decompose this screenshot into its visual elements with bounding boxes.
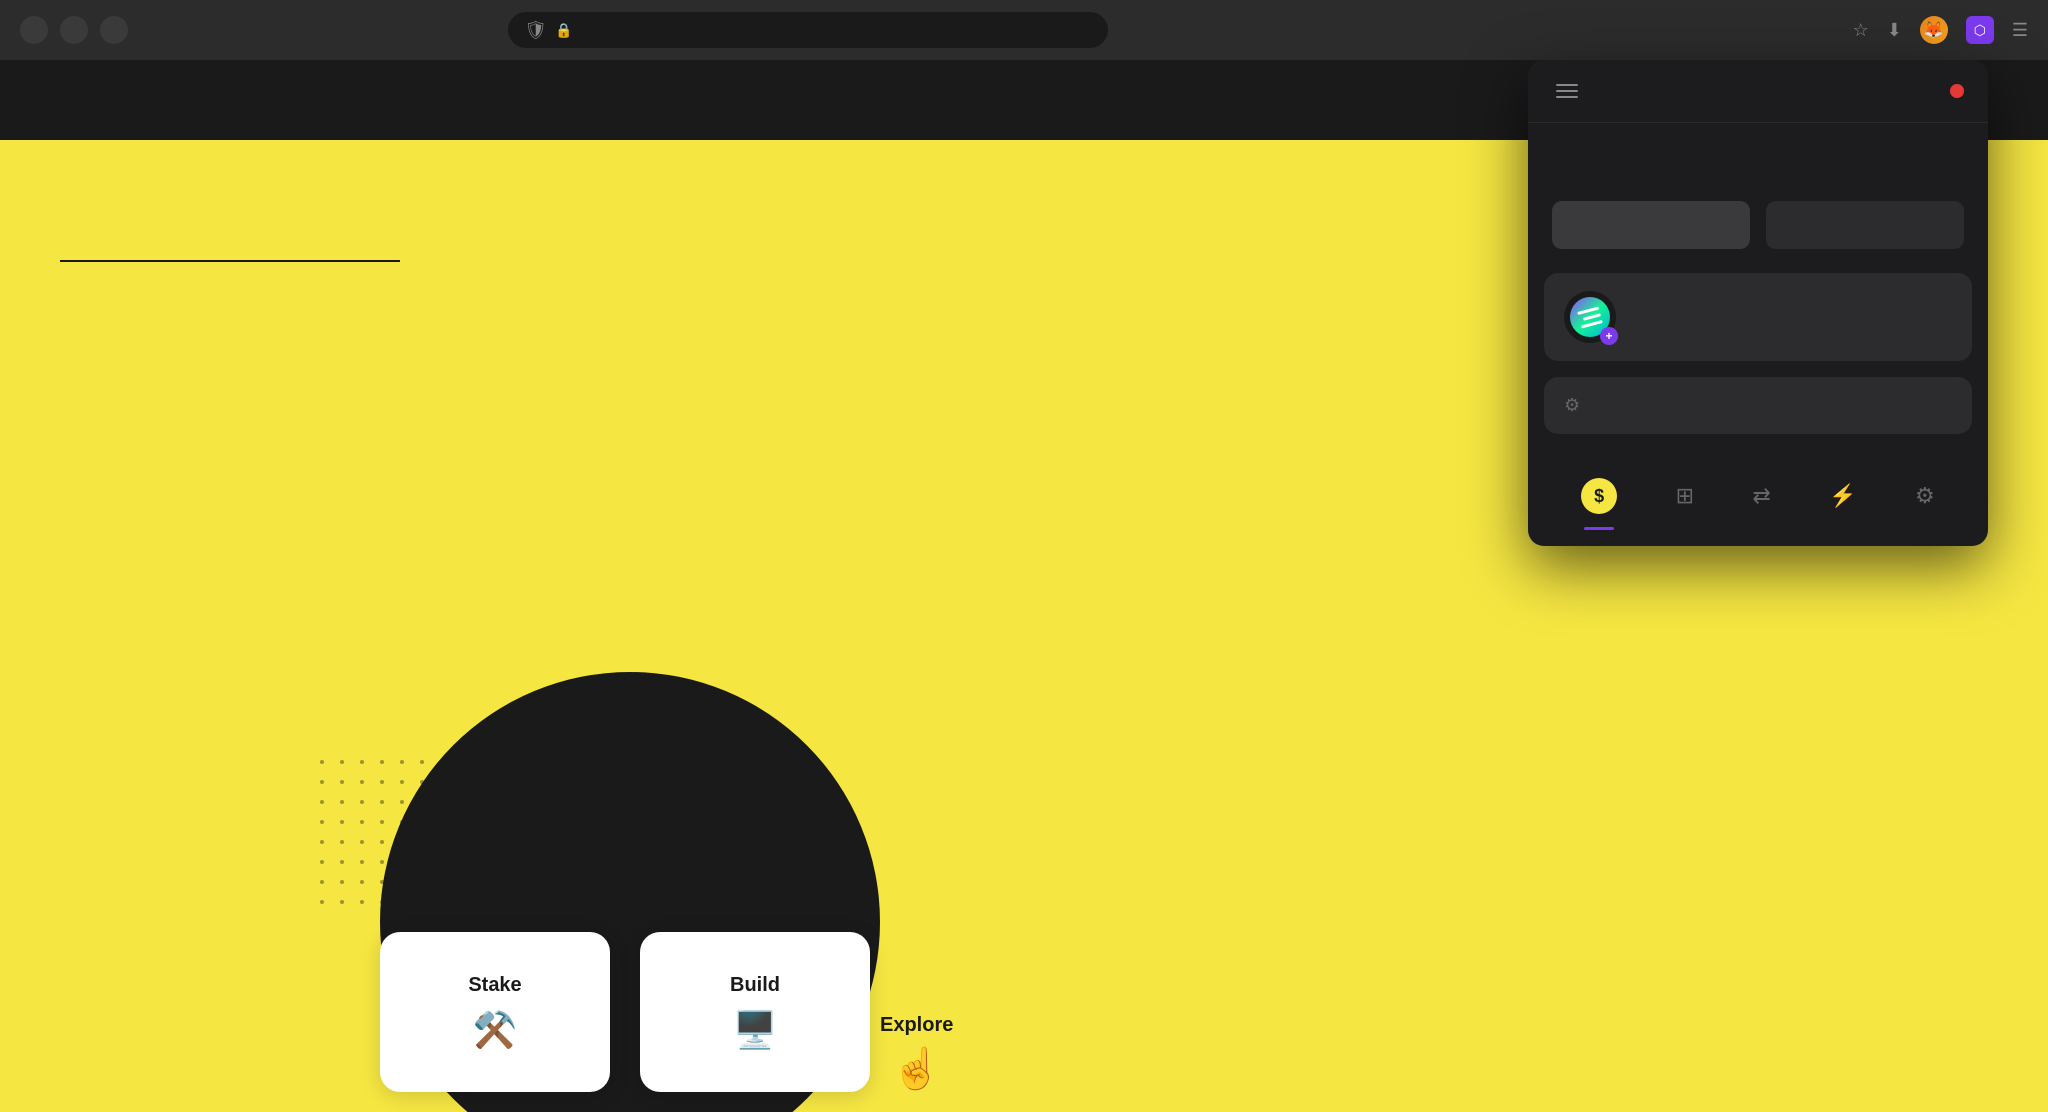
deposit-sol-section[interactable]: + (1544, 273, 1972, 361)
wallet-menu-button[interactable] (1552, 80, 1582, 102)
wallet-status-indicator (1950, 84, 1964, 98)
menu-line-1 (1556, 84, 1578, 86)
hero-divider (60, 260, 400, 262)
browser-chrome: 🛡 🔒 ☆ ⬇ 🦊 ⬡ ☰ (0, 0, 2048, 60)
hero-content (60, 260, 960, 262)
build-card-label: Build (730, 974, 780, 997)
send-button[interactable] (1766, 201, 1964, 249)
wallet-header (1528, 60, 1988, 123)
receive-button[interactable] (1552, 201, 1750, 249)
explore-label: Explore (880, 1014, 953, 1037)
forward-button[interactable] (60, 16, 88, 44)
address-bar[interactable]: 🛡 🔒 (508, 12, 1108, 48)
wallet-popup: + ⚙ $ ⊞ ⇄ ⚡ ⚙ (1528, 60, 1988, 546)
deposit-info (1632, 315, 1952, 319)
plus-badge: + (1600, 327, 1618, 345)
nav-activity-item[interactable]: ⇄ (1744, 475, 1778, 517)
browser-toolbar: ☆ ⬇ 🦊 ⬡ ☰ (1853, 16, 2028, 44)
browser-nav (20, 16, 128, 44)
back-button[interactable] (20, 16, 48, 44)
wallet-balance-section (1528, 123, 1988, 201)
nav-lightning-item[interactable]: ⚡ (1821, 475, 1864, 517)
settings-gear-icon: ⚙ (1915, 483, 1935, 509)
lightning-icon: ⚡ (1829, 483, 1856, 509)
cards-row: Stake ⚒️ Build 🖥️ (380, 932, 870, 1092)
active-nav-indicator (1584, 527, 1614, 530)
shield-icon: 🛡 (524, 20, 547, 41)
explore-area: Explore ☝️ (880, 1014, 953, 1092)
wallet-actions (1528, 201, 1988, 273)
bookmark-icon[interactable]: ☆ (1853, 20, 1869, 41)
menu-line-2 (1556, 90, 1578, 92)
nav-apps-item[interactable]: ⊞ (1668, 475, 1702, 517)
wallet-dollar-icon: $ (1581, 478, 1617, 514)
menu-icon[interactable]: ☰ (2012, 20, 2028, 41)
stake-card-label: Stake (468, 974, 521, 997)
manage-token-icon: ⚙ (1564, 395, 1580, 416)
apps-grid-icon: ⊞ (1676, 483, 1694, 509)
stake-card[interactable]: Stake ⚒️ (380, 932, 610, 1092)
manage-token-section[interactable]: ⚙ (1544, 377, 1972, 434)
extension-icon[interactable]: ⬡ (1966, 16, 1994, 44)
nav-settings-item[interactable]: ⚙ (1907, 475, 1943, 517)
refresh-button[interactable] (100, 16, 128, 44)
metamask-icon[interactable]: 🦊 (1920, 16, 1948, 44)
sol-lines (1577, 306, 1603, 328)
lock-icon: 🔒 (555, 22, 572, 39)
nav-wallet-item[interactable]: $ (1573, 470, 1625, 522)
wallet-bottom-nav: $ ⊞ ⇄ ⚡ ⚙ (1528, 454, 1988, 546)
explore-icon: ☝️ (880, 1045, 953, 1092)
sol-logo: + (1564, 291, 1616, 343)
sol-line-3 (1581, 319, 1603, 328)
menu-line-3 (1556, 96, 1578, 98)
build-card[interactable]: Build 🖥️ (640, 932, 870, 1092)
puzzle-icon: ⬡ (1974, 22, 1986, 39)
sol-line-2 (1583, 313, 1601, 321)
build-card-icon: 🖥️ (733, 1009, 778, 1051)
stake-card-icon: ⚒️ (473, 1009, 518, 1051)
activity-arrows-icon: ⇄ (1752, 483, 1770, 509)
download-icon[interactable]: ⬇ (1887, 20, 1902, 41)
